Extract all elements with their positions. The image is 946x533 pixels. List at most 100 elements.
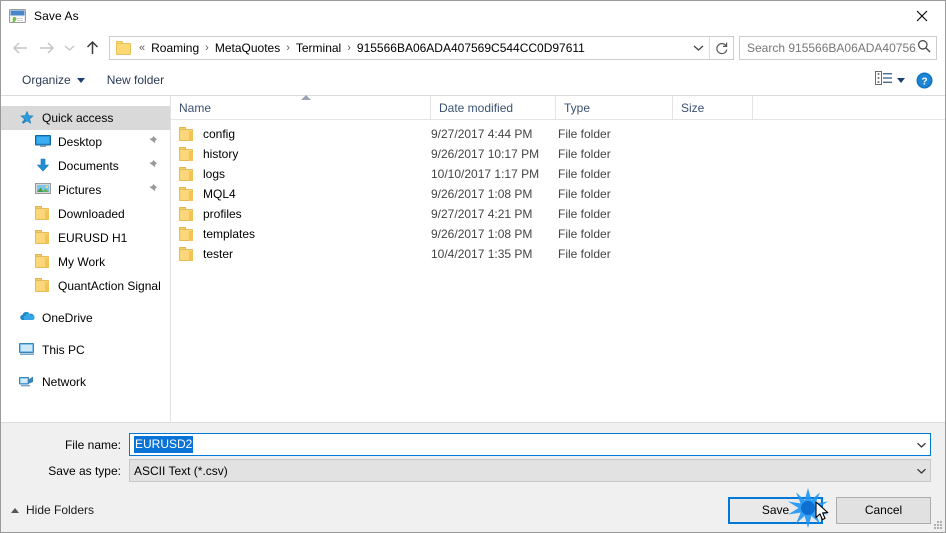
table-row[interactable]: logs 10/10/2017 1:17 PM File folder <box>171 164 945 184</box>
chevron-down-icon[interactable] <box>687 37 709 59</box>
sidebar-item-my-work[interactable]: My Work <box>1 250 170 274</box>
sidebar-item-desktop[interactable]: Desktop <box>1 130 170 154</box>
forward-arrow-icon[interactable] <box>33 35 59 61</box>
new-folder-button[interactable]: New folder <box>100 70 171 90</box>
folder-icon <box>35 230 51 246</box>
save-as-type-row: Save as type: ASCII Text (*.csv) <box>15 459 931 482</box>
pin-icon[interactable] <box>146 159 158 172</box>
breadcrumb-item-roaming[interactable]: Roaming <box>148 41 202 55</box>
view-layout-icon <box>875 70 892 90</box>
file-name-input[interactable]: EURUSD2 <box>129 433 931 456</box>
table-row[interactable]: history 9/26/2017 10:17 PM File folder <box>171 144 945 164</box>
cancel-button[interactable]: Cancel <box>836 496 931 524</box>
date-modified-cell: 9/27/2017 4:21 PM <box>431 207 533 221</box>
column-header-label: Date modified <box>439 100 514 115</box>
hide-folders-button[interactable]: Hide Folders <box>11 503 94 517</box>
pin-icon[interactable] <box>146 183 158 196</box>
save-as-type-label: Save as type: <box>48 463 121 478</box>
sort-ascending-icon <box>301 95 311 100</box>
column-header-row: Name Date modified Type Size <box>171 95 945 120</box>
folder-icon <box>35 206 51 222</box>
resize-grip-icon[interactable] <box>930 518 942 530</box>
save-as-dialog: Save As « Roaming › MetaQuotes › Termina… <box>0 0 946 533</box>
file-name-cell: tester <box>171 247 431 261</box>
command-toolbar: Organize New folder ? <box>1 65 945 96</box>
sidebar-item-label: Documents <box>58 159 119 173</box>
pin-icon[interactable] <box>146 135 158 148</box>
sidebar-item-eurusd-h1[interactable]: EURUSD H1 <box>1 226 170 250</box>
table-row[interactable]: MQL4 9/26/2017 1:08 PM File folder <box>171 184 945 204</box>
table-row[interactable]: profiles 9/27/2017 4:21 PM File folder <box>171 204 945 224</box>
recent-locations-chevron-icon[interactable] <box>59 35 79 61</box>
sidebar-item-onedrive[interactable]: OneDrive <box>1 306 170 330</box>
breadcrumb-item-metaquotes[interactable]: MetaQuotes <box>212 41 283 55</box>
dialog-footer: Hide Folders Save Cancel <box>1 488 945 532</box>
date-modified-cell: 10/10/2017 1:17 PM <box>431 167 540 181</box>
date-modified-cell: 9/27/2017 4:44 PM <box>431 127 533 141</box>
column-header-type[interactable]: Type <box>556 96 673 119</box>
breadcrumb-chevron-icon[interactable]: › <box>283 42 293 54</box>
file-name-label: logs <box>203 167 226 181</box>
save-as-type-value: ASCII Text (*.csv) <box>134 463 228 478</box>
breadcrumb[interactable]: « Roaming › MetaQuotes › Terminal › 9155… <box>109 36 734 60</box>
help-circle-icon[interactable]: ? <box>911 72 937 89</box>
chevron-down-icon[interactable] <box>912 434 930 455</box>
type-cell: File folder <box>558 187 611 201</box>
organize-button[interactable]: Organize <box>15 70 92 90</box>
sidebar-item-label: OneDrive <box>42 311 93 325</box>
column-header-size[interactable]: Size <box>673 96 753 119</box>
svg-text:?: ? <box>921 76 927 87</box>
table-row[interactable]: config 9/27/2017 4:44 PM File folder <box>171 124 945 144</box>
sidebar-item-network[interactable]: Network <box>1 370 170 394</box>
sidebar-item-label: EURUSD H1 <box>58 231 128 245</box>
search-placeholder: Search 915566BA06ADA40756... <box>747 41 917 55</box>
sidebar-item-quantaction-signal[interactable]: QuantAction Signal <box>1 274 170 298</box>
search-icon[interactable] <box>917 39 931 58</box>
save-form: File name: EURUSD2 Save as type: ASCII T… <box>1 422 945 488</box>
folder-icon <box>35 254 51 270</box>
sidebar-item-documents[interactable]: Documents <box>1 154 170 178</box>
breadcrumb-overflow-icon[interactable]: « <box>136 42 148 54</box>
file-name-label: history <box>203 147 239 161</box>
sidebar-item-pictures[interactable]: Pictures <box>1 178 170 202</box>
save-button[interactable]: Save <box>728 496 823 524</box>
file-name-cell: templates <box>171 227 431 241</box>
breadcrumb-item-terminal[interactable]: Terminal <box>293 41 344 55</box>
chevron-down-icon <box>76 77 85 83</box>
sidebar-item-quick-access[interactable]: Quick access <box>1 106 170 130</box>
file-name-cell: logs <box>171 167 431 181</box>
save-as-type-select[interactable]: ASCII Text (*.csv) <box>129 459 931 482</box>
network-icon <box>19 374 35 390</box>
column-header-label: Type <box>564 100 591 115</box>
sidebar-item-downloaded[interactable]: Downloaded <box>1 202 170 226</box>
sidebar-item-label: This PC <box>42 343 85 357</box>
file-name-label: profiles <box>203 207 242 221</box>
back-arrow-icon[interactable] <box>7 35 33 61</box>
hide-folders-label: Hide Folders <box>26 503 95 517</box>
sidebar-item-label: Desktop <box>58 135 103 149</box>
breadcrumb-chevron-icon[interactable]: › <box>344 42 354 54</box>
view-options-button[interactable] <box>869 69 911 92</box>
close-icon[interactable] <box>899 2 945 31</box>
sidebar-item-this-pc[interactable]: This PC <box>1 338 170 362</box>
dialog-body: Quick access Desktop Documents Pictures … <box>1 95 945 422</box>
column-header-name[interactable]: Name <box>171 95 431 119</box>
refresh-icon[interactable] <box>709 37 733 59</box>
search-input[interactable]: Search 915566BA06ADA40756... <box>739 36 937 60</box>
up-arrow-icon[interactable] <box>79 35 105 61</box>
column-header-date-modified[interactable]: Date modified <box>431 96 556 119</box>
cancel-button-label: Cancel <box>864 503 903 517</box>
breadcrumb-item-current[interactable]: 915566BA06ADA407569C544CC0D97611 <box>354 41 588 55</box>
navigation-bar: « Roaming › MetaQuotes › Terminal › 9155… <box>1 31 945 65</box>
table-row[interactable]: templates 9/26/2017 1:08 PM File folder <box>171 224 945 244</box>
folder-icon <box>179 187 195 201</box>
date-modified-cell: 9/26/2017 1:08 PM <box>431 187 533 201</box>
file-name-cell: profiles <box>171 207 431 221</box>
table-row[interactable]: tester 10/4/2017 1:35 PM File folder <box>171 244 945 264</box>
file-name-cell: MQL4 <box>171 187 431 201</box>
chevron-down-icon[interactable] <box>912 460 930 481</box>
breadcrumb-chevron-icon[interactable]: › <box>202 42 212 54</box>
file-name-cell: history <box>171 147 431 161</box>
